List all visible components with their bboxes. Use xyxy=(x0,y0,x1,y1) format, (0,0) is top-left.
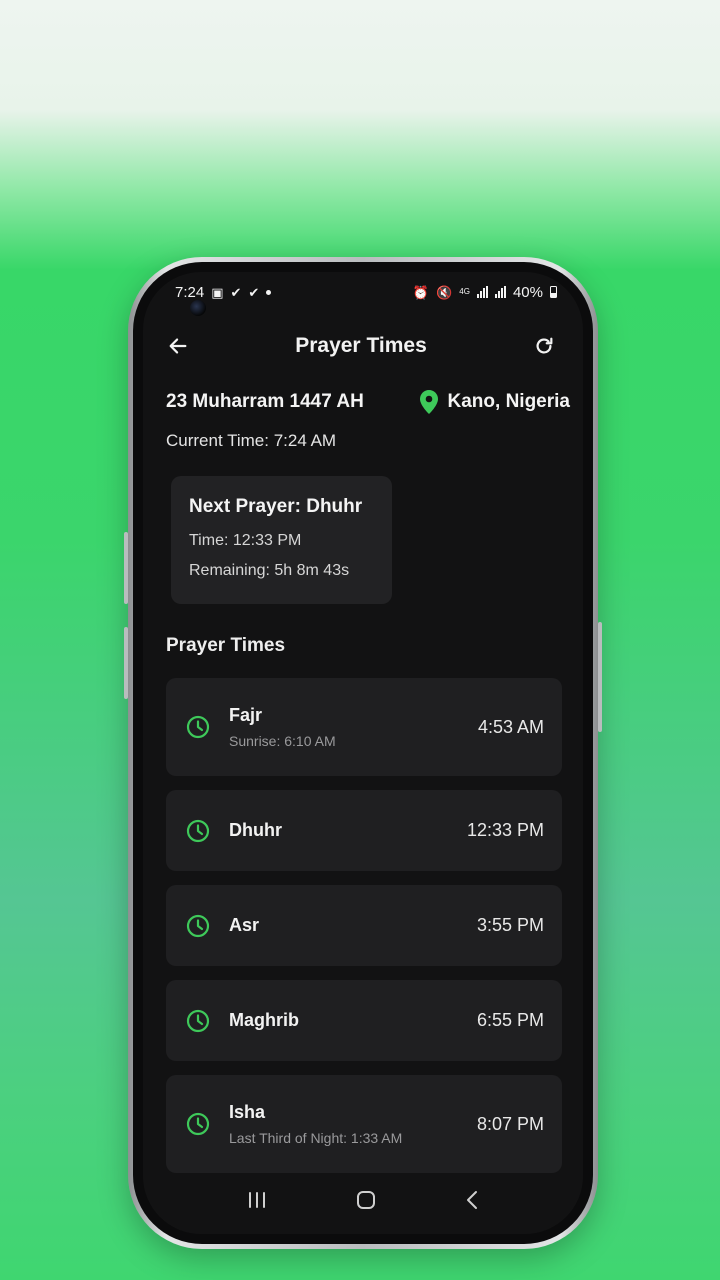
current-time: Current Time: 7:24 AM xyxy=(166,431,337,450)
next-prayer-time: Time: 12:33 PM xyxy=(189,532,302,549)
prayer-time: 3:55 PM xyxy=(476,915,544,935)
prayer-card-isha[interactable]: Isha Last Third of Night: 1:33 AM 8:07 P… xyxy=(166,1075,562,1173)
next-prayer-title: Next Prayer: Dhuhr xyxy=(189,496,363,517)
prayer-name: Maghrib xyxy=(229,1010,299,1030)
next-prayer-card: Next Prayer: Dhuhr Time: 12:33 PM Remain… xyxy=(171,476,392,604)
prayer-time: 12:33 PM xyxy=(466,820,544,840)
prayer-time: 4:53 AM xyxy=(477,716,544,737)
refresh-icon xyxy=(536,337,553,354)
back-button[interactable] xyxy=(163,331,193,361)
location: Kano, Nigeria xyxy=(419,390,570,414)
prayer-card-dhuhr[interactable]: Dhuhr 12:33 PM xyxy=(166,790,562,871)
network-type: 4G xyxy=(459,287,470,296)
screen: 7:24 ▣ ✔ ✔ ⏰ 🔇 4G 40% Prayer Times 23 Mu… xyxy=(143,272,583,1234)
status-bar: 7:24 ▣ ✔ ✔ ⏰ 🔇 4G 40% xyxy=(143,272,583,312)
date-location-row: 23 Muharram 1447 AH Kano, Nigeria xyxy=(166,390,570,414)
clock-icon xyxy=(186,1009,210,1032)
prayer-name: Dhuhr xyxy=(229,820,282,840)
hijri-date: 23 Muharram 1447 AH xyxy=(166,391,364,412)
gallery-icon: ▣ xyxy=(211,284,224,300)
signal-icon xyxy=(494,286,506,298)
check-icon: ✔ xyxy=(248,284,260,300)
prayer-subtitle: Last Third of Night: 1:33 AM xyxy=(229,1130,403,1146)
mute-icon: 🔇 xyxy=(436,284,453,300)
recent-apps-icon xyxy=(249,1191,266,1208)
nav-back-button[interactable] xyxy=(465,1190,479,1215)
notification-dot-icon xyxy=(266,289,272,295)
signal-icon xyxy=(476,286,488,298)
clock-icon xyxy=(186,1112,210,1136)
page-title: Prayer Times xyxy=(295,334,427,357)
clock-icon xyxy=(186,819,210,842)
prayer-card-fajr[interactable]: Fajr Sunrise: 6:10 AM 4:53 AM xyxy=(166,678,562,776)
home-icon xyxy=(356,1190,375,1209)
battery-percent: 40% xyxy=(512,283,543,301)
clock-icon xyxy=(186,715,210,739)
refresh-button[interactable] xyxy=(529,331,559,361)
alarm-icon: ⏰ xyxy=(412,284,430,300)
status-time: 7:24 xyxy=(175,283,205,301)
prayer-time: 6:55 PM xyxy=(476,1010,544,1030)
clock-icon xyxy=(186,914,210,937)
section-title: Prayer Times xyxy=(166,635,286,656)
battery-icon xyxy=(550,286,557,298)
check-icon: ✔ xyxy=(230,284,242,300)
power-button xyxy=(598,622,602,732)
app-bar: Prayer Times xyxy=(143,320,583,372)
phone-bezel: 7:24 ▣ ✔ ✔ ⏰ 🔇 4G 40% Prayer Times 23 Mu… xyxy=(133,262,593,1244)
nav-back-icon xyxy=(466,1190,477,1209)
prayer-subtitle: Sunrise: 6:10 AM xyxy=(229,733,336,749)
prayer-name: Isha xyxy=(229,1102,266,1122)
location-label: Kano, Nigeria xyxy=(447,391,570,412)
home-button[interactable] xyxy=(356,1190,376,1215)
back-arrow-icon xyxy=(169,338,187,354)
next-prayer-remaining: Remaining: 5h 8m 43s xyxy=(189,562,350,579)
prayer-card-maghrib[interactable]: Maghrib 6:55 PM xyxy=(166,980,562,1061)
phone-frame: 7:24 ▣ ✔ ✔ ⏰ 🔇 4G 40% Prayer Times 23 Mu… xyxy=(124,257,602,1249)
location-pin-icon xyxy=(419,390,438,414)
system-nav-bar xyxy=(143,1176,583,1234)
prayer-time: 8:07 PM xyxy=(476,1113,544,1134)
prayer-name: Asr xyxy=(229,915,260,935)
prayer-card-asr[interactable]: Asr 3:55 PM xyxy=(166,885,562,966)
volume-up-button xyxy=(124,532,128,604)
prayer-name: Fajr xyxy=(229,705,263,725)
recent-apps-button[interactable] xyxy=(247,1191,267,1214)
prayer-list: Fajr Sunrise: 6:10 AM 4:53 AM Dhuhr 12:3… xyxy=(166,678,562,1187)
volume-down-button xyxy=(124,627,128,699)
